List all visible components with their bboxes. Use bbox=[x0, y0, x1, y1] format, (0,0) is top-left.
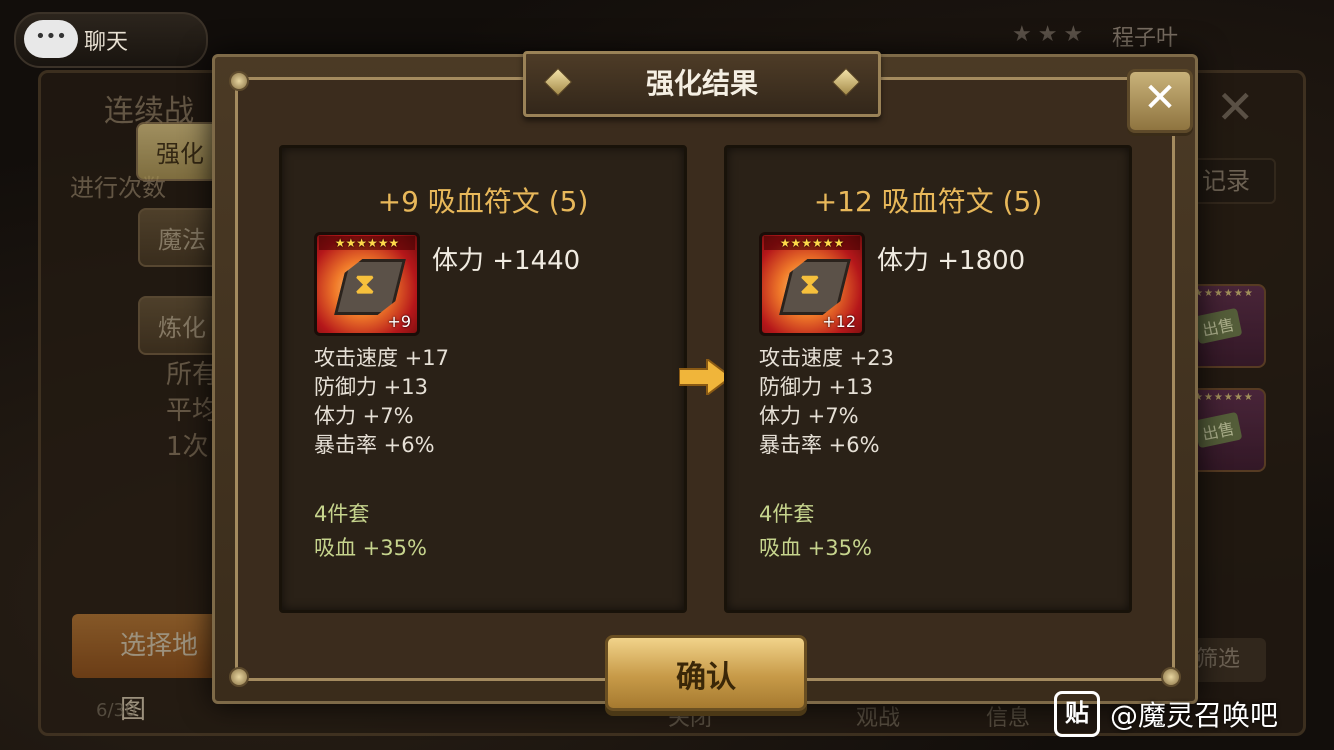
player-name: 程子叶 bbox=[1112, 26, 1179, 51]
tieba-logo-icon: 贴 bbox=[1054, 691, 1100, 737]
select-map-button[interactable]: 选择地图 bbox=[72, 614, 222, 725]
enhance-result-dialog: 强化结果 ✕ +9 吸血符文 (5) ★★★★★★ ⧗ +9 体力 +1440 … bbox=[212, 51, 1198, 711]
rune-after-panel: +12 吸血符文 (5) ★★★★★★ ⧗ +12 体力 +1800 攻击速度 … bbox=[724, 145, 1132, 613]
rune-stars: ★★★★★★ bbox=[319, 236, 415, 250]
corner-rivet-icon bbox=[229, 667, 249, 687]
info-line-once: 1次 bbox=[166, 432, 209, 462]
sell-tag: 出售 bbox=[1193, 411, 1243, 449]
info-button[interactable]: 信息 bbox=[986, 700, 1030, 732]
dialog-title: 强化结果 bbox=[645, 67, 758, 100]
chat-bubble-icon: ••• bbox=[24, 20, 78, 58]
rune-after-set-name: 4件套 bbox=[759, 502, 815, 526]
background-close-icon[interactable]: ✕ bbox=[1216, 80, 1255, 134]
rune-before-sub-stats: 攻击速度 +17 防御力 +13 体力 +7% 暴击率 +6% bbox=[314, 344, 449, 460]
rune-level-badge: +9 bbox=[387, 312, 411, 331]
sell-tag: 出售 bbox=[1193, 307, 1243, 345]
sub-stat: 攻击速度 +17 bbox=[314, 346, 449, 370]
rune-after-name: +12 吸血符文 (5) bbox=[813, 185, 1043, 218]
corner-rivet-icon bbox=[229, 71, 249, 91]
sub-stat: 暴击率 +6% bbox=[759, 433, 880, 457]
rune-stars: ★★★★★★ bbox=[764, 236, 860, 250]
close-button[interactable]: ✕ bbox=[1127, 69, 1193, 133]
page-counter: 6/30 bbox=[96, 700, 137, 721]
rune-before-set-effect: 吸血 +35% bbox=[314, 536, 427, 560]
rune-before-set-name: 4件套 bbox=[314, 502, 370, 526]
sub-stat: 防御力 +13 bbox=[759, 375, 873, 399]
watermark: 贴 @魔灵召唤吧 bbox=[1054, 690, 1278, 738]
sub-stat: 体力 +7% bbox=[314, 404, 414, 428]
rune-before-icon: ★★★★★★ ⧗ +9 bbox=[314, 232, 420, 336]
dialog-title-plate: 强化结果 bbox=[523, 51, 881, 117]
rune-level-badge: +12 bbox=[822, 312, 856, 331]
spectate-button[interactable]: 观战 bbox=[856, 700, 900, 732]
card-stars: ★★★★★★ bbox=[1194, 288, 1254, 299]
hourglass-icon: ⧗ bbox=[355, 267, 375, 300]
info-line-average: 平均 bbox=[166, 396, 219, 426]
chat-label: 聊天 bbox=[84, 30, 129, 55]
rune-after-set-effect: 吸血 +35% bbox=[759, 536, 872, 560]
sub-stat: 体力 +7% bbox=[759, 404, 859, 428]
player-rank-stars: ★★★ bbox=[1012, 22, 1090, 47]
rune-after-sub-stats: 攻击速度 +23 防御力 +13 体力 +7% 暴击率 +6% bbox=[759, 344, 894, 460]
corner-rivet-icon bbox=[1161, 667, 1181, 687]
rune-after-main-stat: 体力 +1800 bbox=[877, 246, 1026, 276]
close-icon: ✕ bbox=[1143, 75, 1177, 121]
rune-before-panel: +9 吸血符文 (5) ★★★★★★ ⧗ +9 体力 +1440 攻击速度 +1… bbox=[279, 145, 687, 613]
sub-stat: 防御力 +13 bbox=[314, 375, 428, 399]
confirm-label: 确认 bbox=[676, 660, 736, 695]
confirm-button[interactable]: 确认 bbox=[605, 635, 807, 711]
chat-button[interactable]: ••• 聊天 bbox=[14, 12, 208, 68]
hourglass-icon: ⧗ bbox=[800, 267, 820, 300]
sub-stat: 攻击速度 +23 bbox=[759, 346, 894, 370]
rune-before-name: +9 吸血符文 (5) bbox=[377, 185, 589, 218]
rune-card[interactable]: ★★★★★★ 出售 bbox=[1186, 284, 1266, 368]
info-line-all: 所有 bbox=[166, 360, 219, 390]
rune-card[interactable]: ★★★★★★ 出售 bbox=[1186, 388, 1266, 472]
rune-after-icon: ★★★★★★ ⧗ +12 bbox=[759, 232, 865, 336]
rune-before-main-stat: 体力 +1440 bbox=[432, 246, 581, 276]
sub-stat: 暴击率 +6% bbox=[314, 433, 435, 457]
watermark-text: @魔灵召唤吧 bbox=[1110, 699, 1279, 732]
card-stars: ★★★★★★ bbox=[1194, 392, 1254, 403]
